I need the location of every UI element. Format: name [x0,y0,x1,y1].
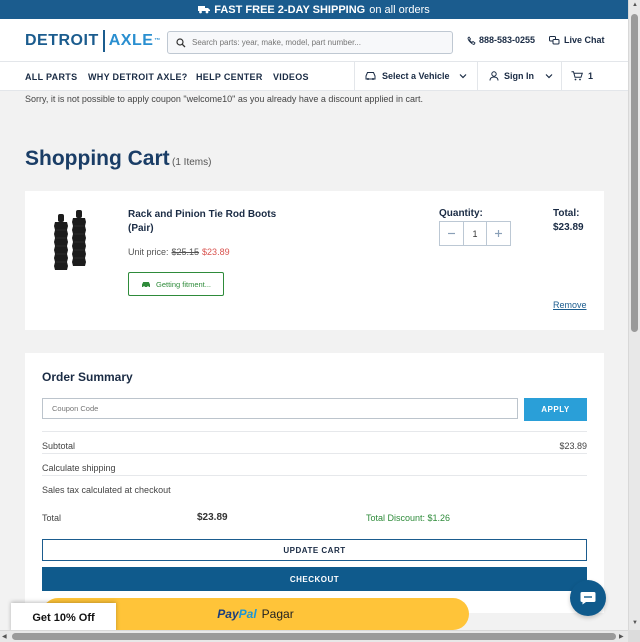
tax-row: Sales tax calculated at checkout [42,475,587,497]
nav-all-parts[interactable]: ALL PARTS [25,72,77,82]
coupon-code-input[interactable] [42,398,518,419]
chevron-down-icon [459,74,466,79]
checkout-button[interactable]: CHECKOUT [42,567,587,591]
product-image[interactable] [48,210,108,276]
sign-in-label: Sign In [504,71,534,81]
sign-in-dropdown[interactable]: Sign In [489,71,553,81]
order-total-value: $23.89 [197,512,228,523]
scroll-right-arrow-icon[interactable]: ▶ [619,633,624,640]
nav-help-center[interactable]: HELP CENTER [196,72,263,82]
cart-icon [571,71,583,81]
update-cart-button[interactable]: UPDATE CART [42,539,587,561]
main-nav: ALL PARTS WHY DETROIT AXLE? HELP CENTER … [0,61,628,91]
cart-item-card: Rack and Pinion Tie Rod Boots (Pair) Uni… [25,191,604,330]
paypal-logo-pay: Pay [217,607,239,621]
chevron-down-icon [545,74,553,79]
site-logo[interactable]: DETROIT AXLE ™ [25,30,161,52]
quantity-value[interactable]: 1 [463,222,487,245]
plus-icon [494,230,502,237]
paypal-pagar-label: Pagar [261,607,294,621]
apply-coupon-button[interactable]: APPLY [524,398,587,421]
nav-divider [354,62,355,91]
scrollbar-corner [628,630,640,642]
increase-quantity-button[interactable] [486,222,510,245]
order-total-label: Total [42,513,62,523]
nav-videos[interactable]: VIDEOS [273,72,309,82]
calculate-shipping-link[interactable]: Calculate shipping [42,463,116,473]
decrease-quantity-button[interactable] [440,222,464,245]
logo-axle: AXLE [108,32,154,49]
sales-tax-note: Sales tax calculated at checkout [42,485,171,495]
quantity-label: Quantity: [439,208,483,219]
vertical-scrollbar[interactable]: ▲ ▼ [628,0,640,642]
chat-bubble-icon [580,592,596,605]
unit-price: Unit price: $25.15 $23.89 [128,247,230,257]
logo-detroit: DETROIT [25,32,99,49]
horizontal-scrollbar-thumb[interactable] [12,633,616,640]
logo-divider [102,30,105,52]
scroll-up-arrow-icon[interactable]: ▲ [632,2,638,8]
total-discount: Total Discount: $1.26 [366,513,451,523]
live-chat-label: Live Chat [564,35,605,45]
coupon-error-notice: Sorry, it is not possible to apply coupo… [25,94,423,104]
search-box[interactable] [167,31,453,54]
nav-divider [477,62,478,91]
vertical-scrollbar-thumb[interactable] [631,14,638,332]
fitment-button[interactable]: Getting fitment... [128,272,224,296]
select-vehicle-label: Select a Vehicle [382,71,450,81]
nav-why-detroit-axle[interactable]: WHY DETROIT AXLE? [88,72,188,82]
phone-link[interactable]: 888-583-0255 [467,35,535,45]
subtotal-value: $23.89 [559,441,587,451]
phone-icon [467,35,476,45]
minus-icon [448,232,456,235]
subtotal-label: Subtotal [42,441,76,451]
subtotal-row: Subtotal $23.89 [42,431,587,453]
site-header: DETROIT AXLE ™ 888-583-0255 Live Chat [0,19,628,61]
page-title: Shopping Cart [25,147,170,170]
paypal-logo-pal: Pal [238,607,257,621]
select-vehicle-dropdown[interactable]: Select a Vehicle [364,71,467,81]
car-icon [141,281,150,288]
order-summary-card: Order Summary APPLY Subtotal $23.89 Calc… [25,353,604,613]
search-input[interactable] [192,38,442,47]
promo-rest-text: on all orders [369,3,430,16]
scroll-left-arrow-icon[interactable]: ◀ [2,633,7,640]
unit-price-label: Unit price: [128,247,169,257]
item-total-label: Total: [553,208,580,219]
cart-count: 1 [588,71,594,81]
discount-popup-tab[interactable]: Get 10% Off [11,603,116,633]
scroll-down-arrow-icon[interactable]: ▼ [632,620,638,626]
chat-widget-button[interactable] [570,580,606,616]
car-icon [365,72,376,80]
sale-price: $23.89 [202,247,230,257]
live-chat-link[interactable]: Live Chat [549,35,605,45]
cart-link[interactable]: 1 [571,71,593,81]
product-name[interactable]: Rack and Pinion Tie Rod Boots (Pair) [128,208,288,236]
promo-bold-text: FAST FREE 2-DAY SHIPPING [214,3,366,16]
cart-items-count: (1 Items) [172,157,212,168]
horizontal-scrollbar[interactable]: ◀ ▶ [0,630,628,642]
chat-icon [549,35,560,44]
phone-number: 888-583-0255 [479,35,536,45]
original-price: $25.15 [171,247,200,257]
logo-trademark: ™ [154,38,161,44]
order-summary-title: Order Summary [42,370,133,384]
search-icon [176,37,186,47]
item-total-value: $23.89 [553,222,584,233]
order-total-row: Total $23.89 Total Discount: $1.26 [42,512,587,523]
fitment-label: Getting fitment... [155,279,212,289]
remove-item-link[interactable]: Remove [553,300,587,310]
user-icon [489,71,499,81]
promo-banner: FAST FREE 2-DAY SHIPPING on all orders [0,0,628,19]
quantity-stepper: 1 [439,221,511,246]
truck-icon [198,6,211,14]
shipping-row: Calculate shipping [42,453,587,475]
nav-divider [561,62,562,91]
